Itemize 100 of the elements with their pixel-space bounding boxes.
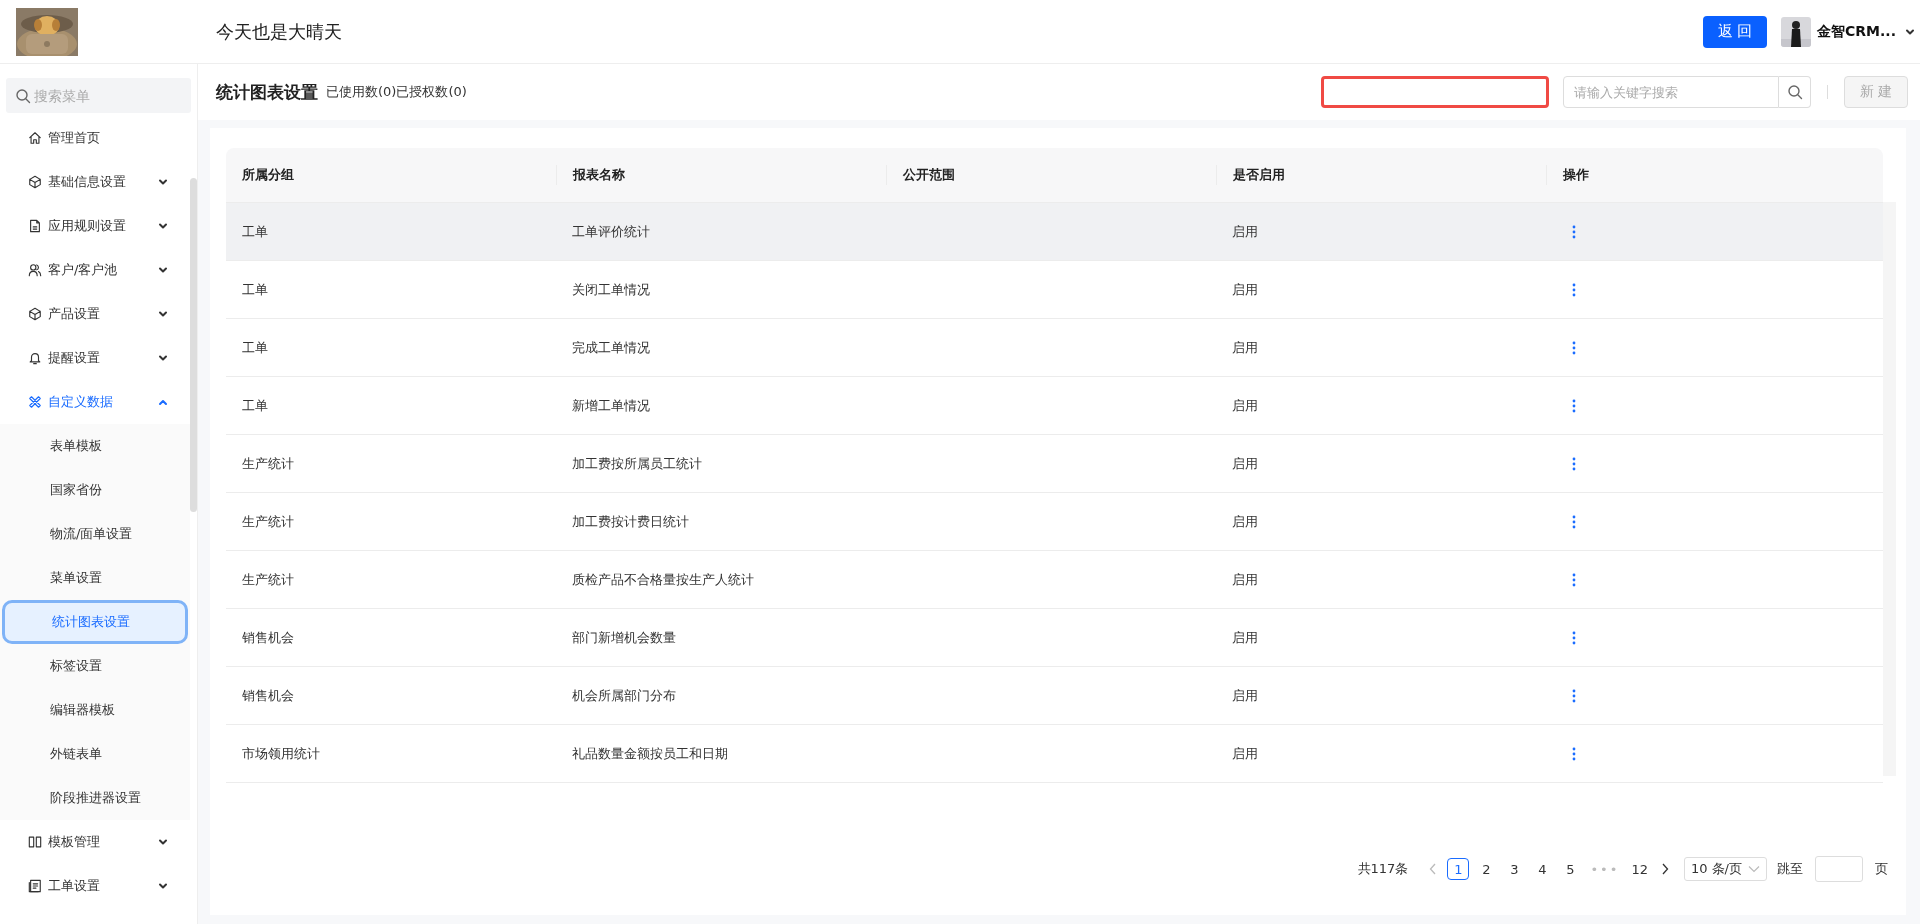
more-icon bbox=[1572, 572, 1576, 587]
menu-item[interactable]: 提醒设置 bbox=[0, 336, 190, 380]
table-cell: 启用 bbox=[1232, 629, 1258, 645]
submenu-item[interactable]: 统计图表设置 bbox=[2, 600, 188, 644]
menu-item[interactable]: 应用规则设置 bbox=[0, 204, 190, 248]
table-row[interactable]: 工单 关闭工单情况 启用 bbox=[226, 261, 1883, 319]
table-row[interactable]: 市场领用统计 礼品数量金额按员工和日期 启用 bbox=[226, 725, 1883, 783]
menu-item[interactable]: 工单设置 bbox=[0, 864, 190, 908]
chevron-right-icon bbox=[1660, 863, 1669, 875]
more-icon bbox=[1572, 746, 1576, 761]
submenu-item[interactable]: 标签设置 bbox=[0, 644, 190, 688]
table-cell: 启用 bbox=[1232, 281, 1258, 297]
table-cell: 启用 bbox=[1232, 455, 1258, 471]
notebook-icon bbox=[28, 879, 42, 893]
page-button[interactable]: 1 bbox=[1447, 858, 1470, 880]
table-cell: 销售机会 bbox=[242, 629, 294, 645]
user-name[interactable]: 金智CRM... bbox=[1817, 22, 1896, 41]
cube-icon bbox=[28, 307, 42, 321]
table-cell: 工单评价统计 bbox=[572, 223, 650, 239]
table-cell: 启用 bbox=[1232, 571, 1258, 587]
table-row[interactable]: 生产统计 质检产品不合格量按生产人统计 启用 bbox=[226, 551, 1883, 609]
scrollbar[interactable] bbox=[190, 178, 197, 512]
table-cell: 完成工单情况 bbox=[572, 339, 650, 355]
submenu-item[interactable]: 国家省份 bbox=[0, 468, 190, 512]
header-title: 今天也是大晴天 bbox=[216, 19, 343, 44]
table-row[interactable]: 工单 工单评价统计 启用 bbox=[226, 203, 1883, 261]
submenu-item[interactable]: 表单模板 bbox=[0, 424, 190, 468]
users-icon bbox=[28, 263, 42, 277]
page-button[interactable]: 12 bbox=[1628, 858, 1651, 880]
table-row[interactable]: 销售机会 部门新增机会数量 启用 bbox=[226, 609, 1883, 667]
search-icon bbox=[15, 88, 31, 104]
more-icon bbox=[1572, 630, 1576, 645]
total-count: 共117条 bbox=[1357, 860, 1409, 878]
layout-icon bbox=[28, 835, 42, 849]
table-row[interactable]: 工单 新增工单情况 启用 bbox=[226, 377, 1883, 435]
table-cell: 启用 bbox=[1232, 745, 1258, 761]
column-header: 报表名称 bbox=[573, 166, 625, 184]
page-button[interactable]: 2 bbox=[1475, 858, 1498, 880]
document-icon bbox=[28, 219, 42, 233]
column-header: 是否启用 bbox=[1233, 166, 1285, 184]
menu-item[interactable]: 模板管理 bbox=[0, 820, 190, 864]
page-button[interactable]: 5 bbox=[1559, 858, 1582, 880]
back-button[interactable]: 返 回 bbox=[1703, 15, 1768, 48]
table-cell: 启用 bbox=[1232, 513, 1258, 529]
table-cell: 启用 bbox=[1232, 397, 1258, 413]
table-row[interactable]: 生产统计 加工费按计费日统计 启用 bbox=[226, 493, 1883, 551]
table-cell: 生产统计 bbox=[242, 455, 294, 471]
submenu-item[interactable]: 阶段推进器设置 bbox=[0, 776, 190, 820]
submenu-item[interactable]: 物流/面单设置 bbox=[0, 512, 190, 556]
more-icon bbox=[1572, 340, 1576, 355]
cube-icon bbox=[28, 175, 42, 189]
table-cell: 生产统计 bbox=[242, 513, 294, 529]
submenu-item[interactable]: 菜单设置 bbox=[0, 556, 190, 600]
menu-item[interactable]: 管理首页 bbox=[0, 116, 190, 160]
table-cell: 生产统计 bbox=[242, 571, 294, 587]
table-cell: 关闭工单情况 bbox=[572, 281, 650, 297]
more-icon bbox=[1572, 514, 1576, 529]
table-cell: 工单 bbox=[242, 223, 268, 239]
table-cell: 市场领用统计 bbox=[242, 745, 320, 761]
table-cell: 启用 bbox=[1232, 687, 1258, 703]
table-cell: 加工费按所属员工统计 bbox=[572, 455, 702, 471]
search-icon bbox=[1786, 84, 1803, 100]
more-icon bbox=[1572, 456, 1576, 471]
page-suffix: 页 bbox=[1875, 860, 1888, 878]
table-cell: 加工费按计费日统计 bbox=[572, 513, 689, 529]
table-cell: 礼品数量金额按员工和日期 bbox=[572, 745, 728, 761]
column-header: 所属分组 bbox=[242, 166, 294, 184]
column-header: 公开范围 bbox=[903, 166, 955, 184]
page-button[interactable]: 4 bbox=[1531, 858, 1554, 880]
submenu-item[interactable]: 编辑器模板 bbox=[0, 688, 190, 732]
more-icon bbox=[1572, 688, 1576, 703]
tools-icon bbox=[28, 395, 42, 409]
menu-item[interactable]: 产品设置 bbox=[0, 292, 190, 336]
keyword-search-field[interactable]: 请输入关键字搜索 bbox=[1563, 76, 1779, 108]
bell-icon bbox=[28, 351, 42, 365]
table-cell: 质检产品不合格量按生产人统计 bbox=[572, 571, 754, 587]
menu-item[interactable]: 客户/客户池 bbox=[0, 248, 190, 292]
table-cell: 启用 bbox=[1232, 223, 1258, 239]
submenu-item[interactable]: 外链表单 bbox=[0, 732, 190, 776]
menu-search-field[interactable]: 搜索菜单 bbox=[6, 78, 191, 113]
table-cell: 销售机会 bbox=[242, 687, 294, 703]
table-cell: 工单 bbox=[242, 397, 268, 413]
table-cell: 工单 bbox=[242, 339, 268, 355]
chevron-down-icon bbox=[1748, 865, 1760, 873]
menu-item[interactable]: 基础信息设置 bbox=[0, 160, 190, 204]
page-size-select[interactable]: 10 条/页 bbox=[1683, 857, 1767, 881]
page-input[interactable] bbox=[1815, 856, 1863, 882]
usage-count: 已使用数(0)已授权数(0) bbox=[326, 83, 468, 101]
table-cell: 新增工单情况 bbox=[572, 397, 650, 413]
menu-item[interactable]: 自定义数据 bbox=[0, 380, 190, 424]
search-button[interactable] bbox=[1779, 76, 1811, 108]
table-row[interactable]: 生产统计 加工费按所属员工统计 启用 bbox=[226, 435, 1883, 493]
table-row[interactable]: 工单 完成工单情况 启用 bbox=[226, 319, 1883, 377]
home-icon bbox=[28, 131, 42, 145]
column-header: 操作 bbox=[1563, 166, 1589, 184]
more-icon bbox=[1572, 282, 1576, 297]
jump-label: 跳至 bbox=[1777, 860, 1803, 878]
page-button[interactable]: 3 bbox=[1503, 858, 1526, 880]
more-icon bbox=[1572, 224, 1576, 239]
table-row[interactable]: 销售机会 机会所属部门分布 启用 bbox=[226, 667, 1883, 725]
